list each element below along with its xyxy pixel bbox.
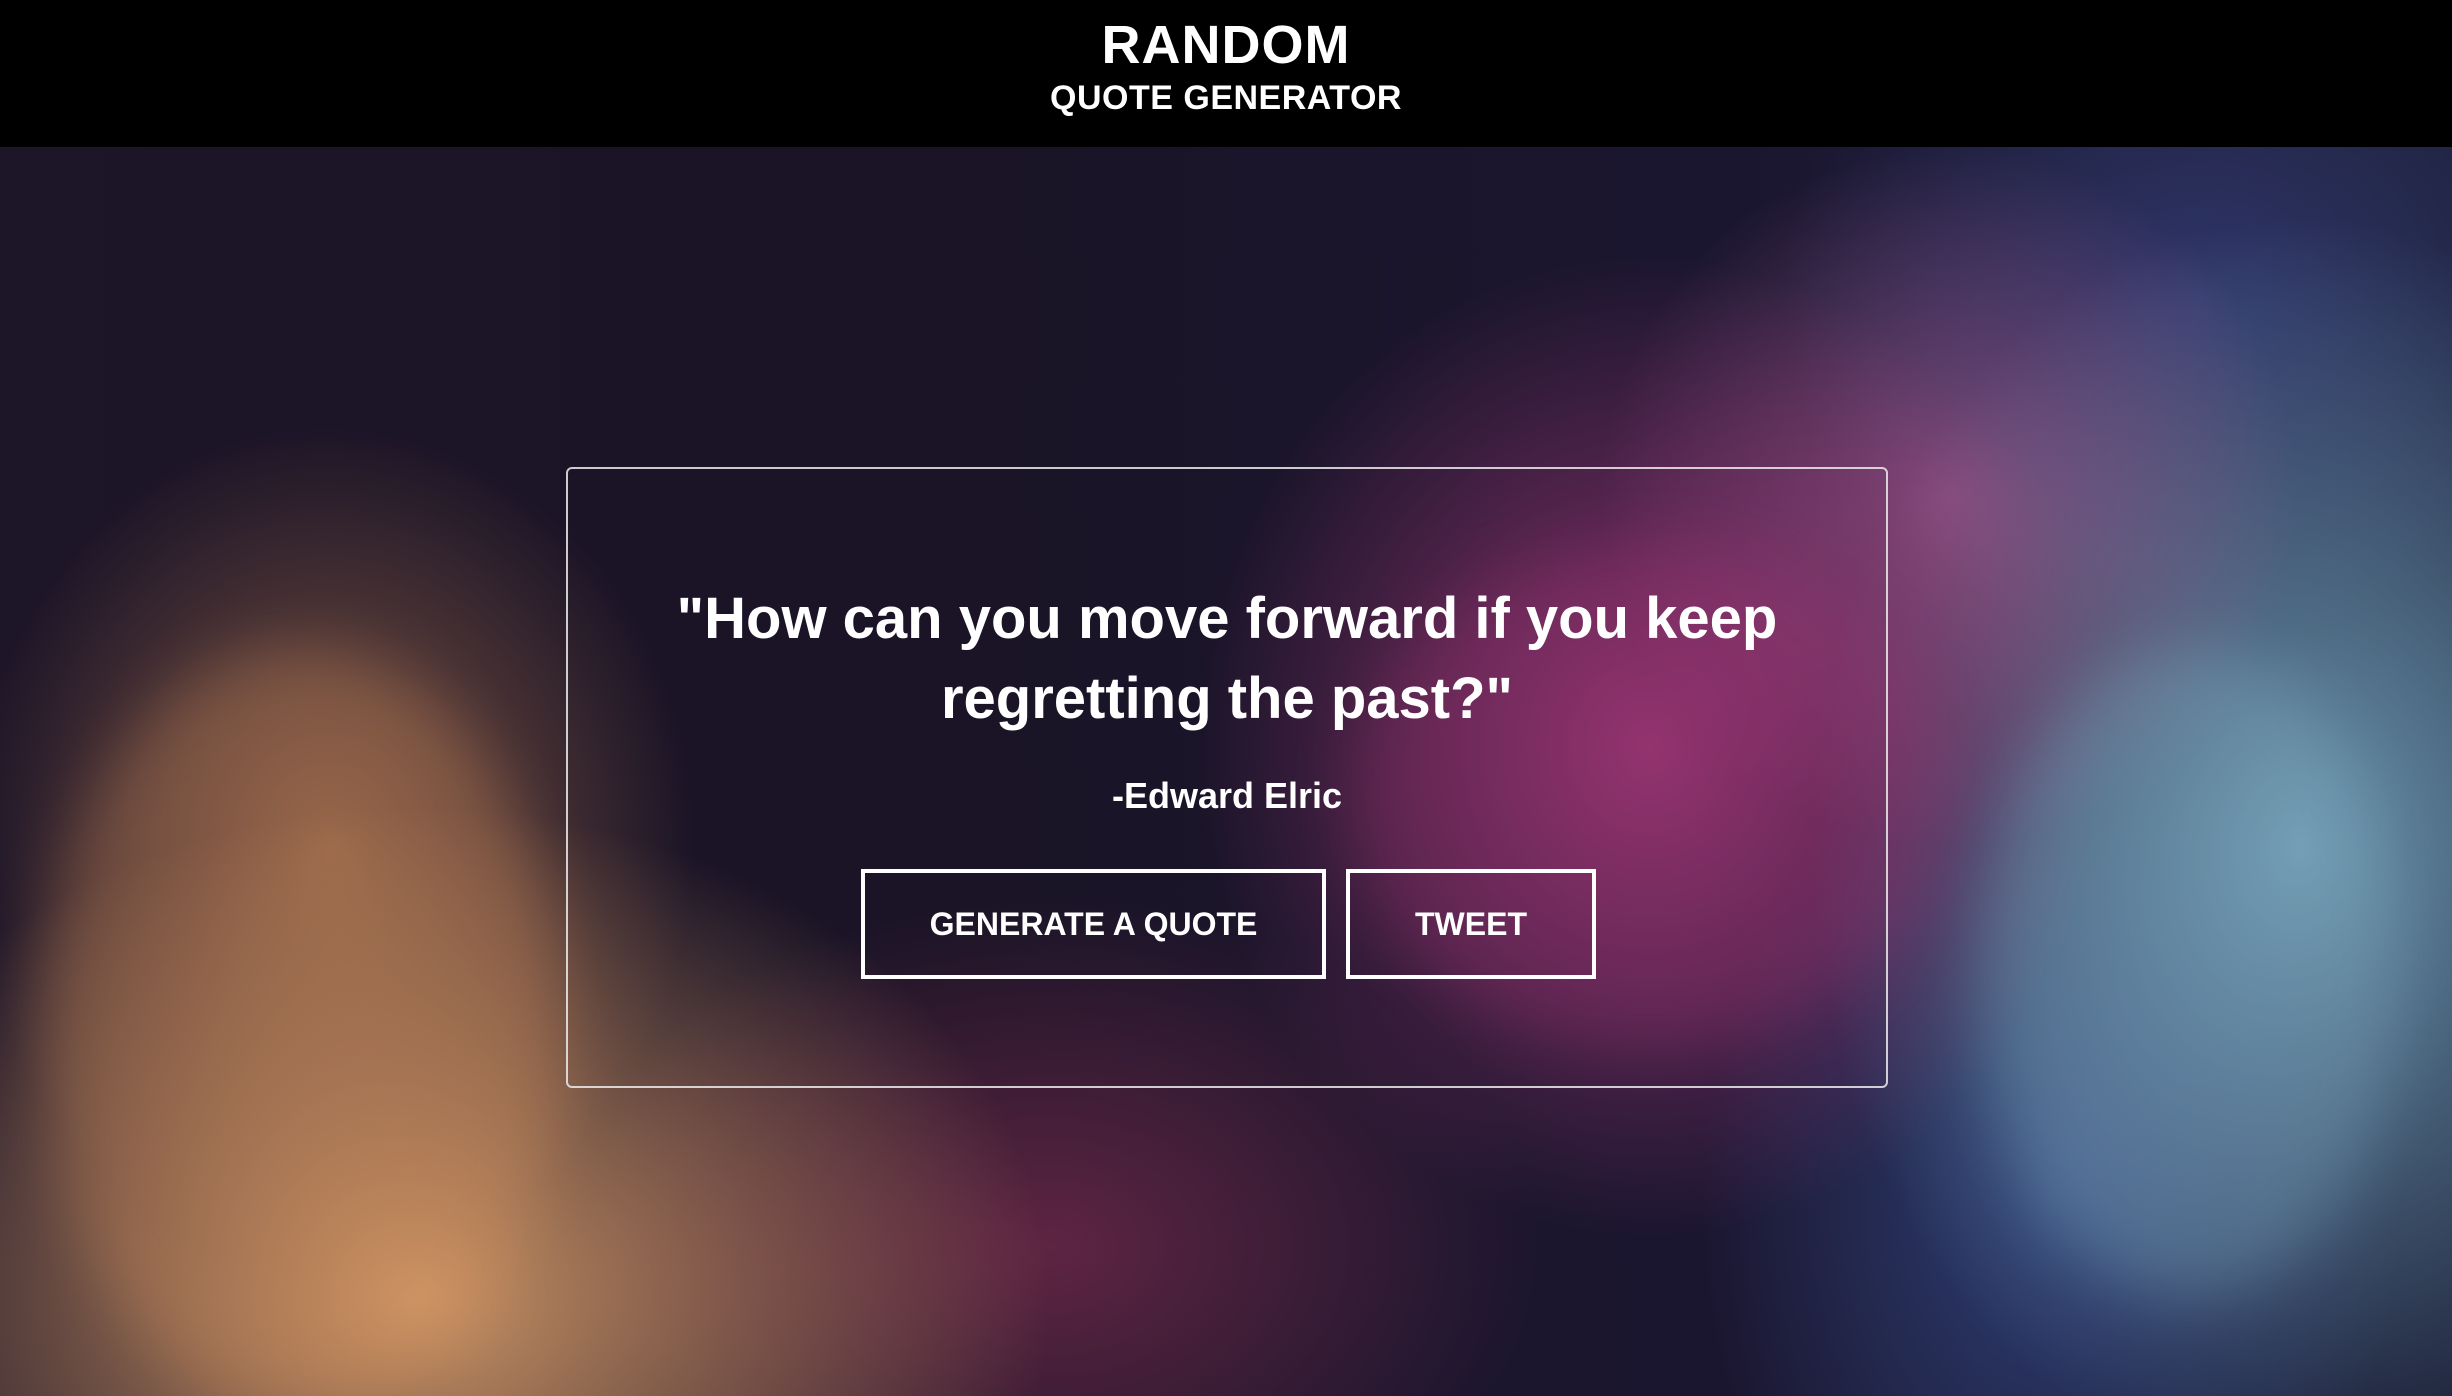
page: RANDOM QUOTE GENERATOR "How can you move…	[0, 0, 2452, 1396]
app-header: RANDOM QUOTE GENERATOR	[0, 0, 2452, 147]
smoke-background: "How can you move forward if you keep re…	[0, 147, 2452, 1396]
app-subtitle: QUOTE GENERATOR	[1050, 79, 1402, 117]
app-title: RANDOM	[1101, 15, 1351, 75]
tweet-button[interactable]: TWEET	[1346, 869, 1596, 979]
smoke-plume-left	[40, 647, 560, 1396]
generate-quote-button[interactable]: GENERATE A QUOTE	[861, 869, 1326, 979]
quote-text: "How can you move forward if you keep re…	[676, 586, 1778, 731]
quote-author: -Edward Elric	[1111, 775, 1343, 816]
quote-card: "How can you move forward if you keep re…	[566, 467, 1888, 1088]
smoke-plume-right	[1980, 647, 2400, 1297]
